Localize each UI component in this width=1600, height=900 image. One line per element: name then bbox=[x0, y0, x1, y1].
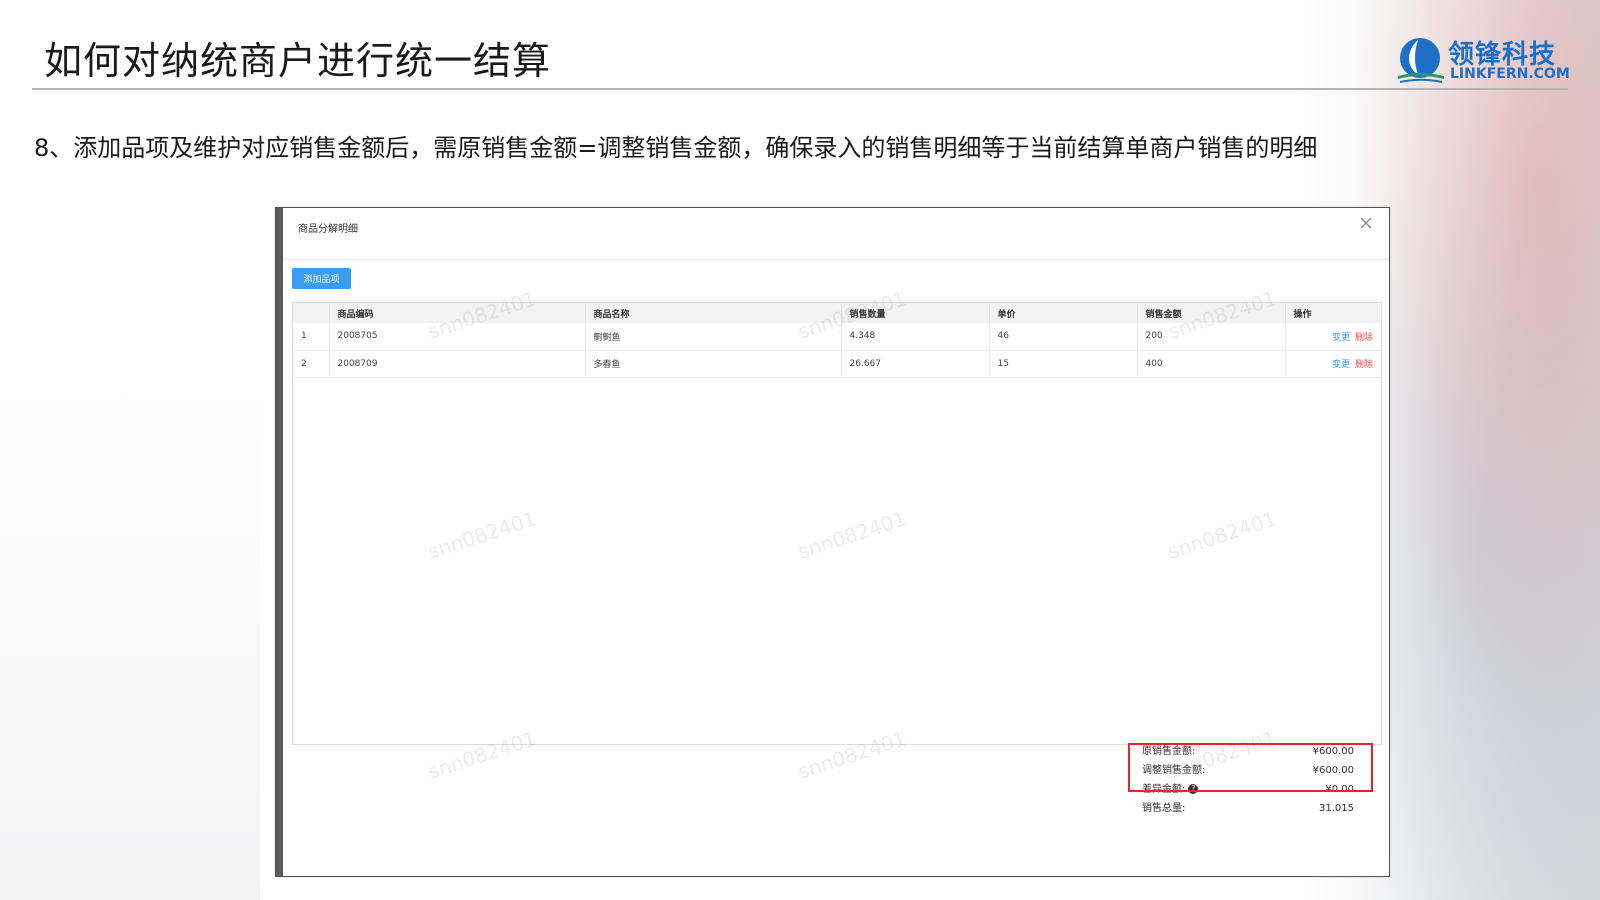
item-price: 15 bbox=[989, 350, 1138, 378]
item-name: 鲥鲥鱼 bbox=[585, 323, 842, 351]
item-qty: 4.348 bbox=[841, 323, 990, 351]
summary-label: 销售总量: bbox=[1142, 803, 1186, 814]
item-amount: 400 bbox=[1137, 350, 1286, 378]
item-price: 46 bbox=[989, 323, 1138, 351]
company-logo: 领锋科技 LINKFERN.COM bbox=[1396, 34, 1570, 88]
row-actions: 变更 删除 bbox=[1285, 323, 1381, 351]
highlight-box bbox=[1128, 743, 1373, 792]
item-code: 2008705 bbox=[329, 323, 586, 351]
column-header-qty: 销售数量 bbox=[841, 303, 990, 323]
edit-link[interactable]: 变更 bbox=[1332, 333, 1350, 343]
column-header-index bbox=[293, 303, 330, 323]
page-edge bbox=[276, 208, 283, 876]
item-qty: 26.667 bbox=[841, 350, 990, 378]
column-header-amount: 销售金额 bbox=[1137, 303, 1286, 323]
title-divider bbox=[32, 88, 1568, 90]
summary-value: 31.015 bbox=[1319, 803, 1354, 814]
row-index: 2 bbox=[293, 350, 330, 378]
row-index: 1 bbox=[293, 323, 330, 351]
items-table: 商品编码 商品名称 销售数量 单价 销售金额 操作 1 2008705 鲥鲥鱼 … bbox=[292, 302, 1382, 745]
modal-title: 商品分解明细 bbox=[298, 224, 358, 235]
table-row: 1 2008705 鲥鲥鱼 4.348 46 200 变更 删除 bbox=[293, 323, 1381, 351]
background-fade bbox=[0, 380, 260, 900]
table-header-row: 商品编码 商品名称 销售数量 单价 销售金额 操作 bbox=[293, 303, 1381, 323]
edit-link[interactable]: 变更 bbox=[1332, 360, 1350, 370]
column-header-price: 单价 bbox=[989, 303, 1138, 323]
modal-header-divider bbox=[283, 259, 1389, 260]
slide-title: 如何对纳统商户进行统一结算 bbox=[44, 39, 552, 83]
item-code: 2008709 bbox=[329, 350, 586, 378]
close-icon[interactable] bbox=[1357, 214, 1375, 232]
delete-link[interactable]: 删除 bbox=[1355, 333, 1373, 343]
column-header-actions: 操作 bbox=[1285, 303, 1381, 323]
summary-total-qty: 销售总量: 31.015 bbox=[1142, 799, 1354, 818]
slide-subtitle: 8、添加品项及维护对应销售金额后，需原销售金额=调整销售金额，确保录入的销售明细… bbox=[34, 134, 1318, 162]
add-item-button[interactable]: 添加品项 bbox=[292, 268, 351, 289]
row-actions: 变更 删除 bbox=[1285, 350, 1381, 378]
item-name: 多春鱼 bbox=[585, 350, 842, 378]
column-header-name: 商品名称 bbox=[585, 303, 842, 323]
item-amount: 200 bbox=[1137, 323, 1286, 351]
logo-name-en: LINKFERN.COM bbox=[1450, 66, 1570, 82]
delete-link[interactable]: 删除 bbox=[1355, 360, 1373, 370]
column-header-code: 商品编码 bbox=[329, 303, 586, 323]
table-row: 2 2008709 多春鱼 26.667 15 400 变更 删除 bbox=[293, 350, 1381, 378]
sail-logo-icon bbox=[1398, 38, 1444, 83]
